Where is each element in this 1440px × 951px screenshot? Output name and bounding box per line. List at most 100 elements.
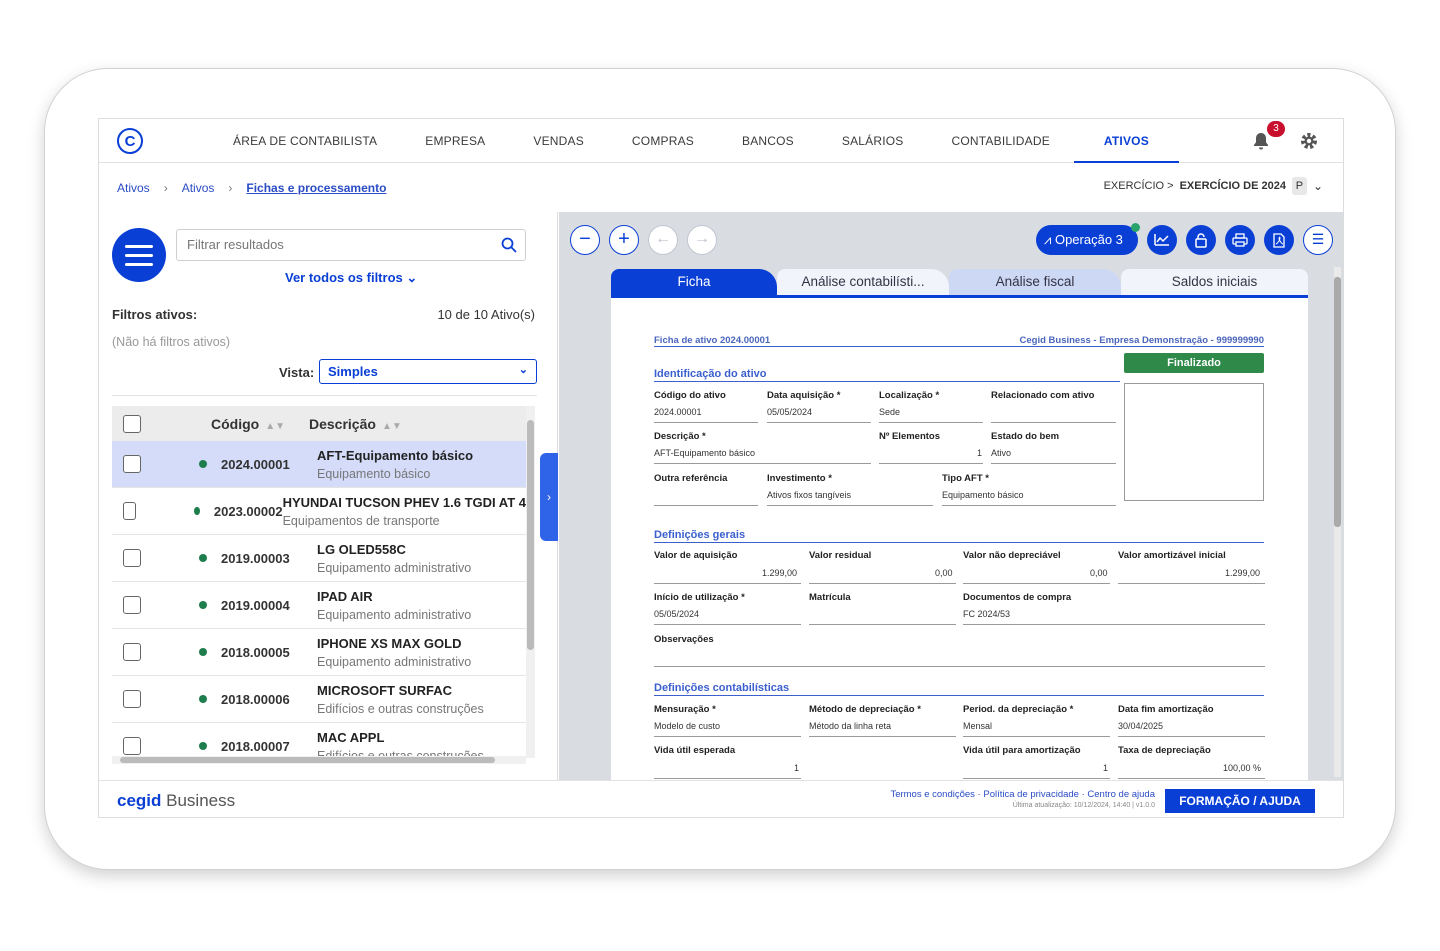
select-all-checkbox[interactable] (123, 414, 141, 433)
section-definicoes-gerais: Definições gerais (654, 529, 746, 541)
exercicio-selector[interactable]: EXERCÍCIO > EXERCÍCIO DE 2024 P ⌄ (1104, 177, 1323, 195)
valor-residual-value[interactable]: 0,00 (935, 568, 953, 578)
row-checkbox[interactable] (123, 455, 141, 473)
col-descricao[interactable]: Descrição ▲▼ (309, 416, 402, 432)
breadcrumb-ativos-2[interactable]: Ativos (182, 181, 215, 195)
footer-links[interactable]: Termos e condições · Política de privaci… (890, 789, 1155, 809)
zoom-out-button[interactable]: − (570, 225, 600, 255)
row-code: 2019.00003 (221, 550, 290, 566)
vertical-scrollbar[interactable] (526, 406, 535, 758)
metodo-depreciacao-label: Método de depreciação * (809, 704, 921, 715)
next-button[interactable]: → (687, 225, 717, 255)
gear-icon[interactable] (1299, 131, 1319, 151)
nav-ativos[interactable]: ATIVOS (1073, 119, 1179, 163)
codigo-value[interactable]: 2024.00001 (654, 407, 702, 417)
nav-compras[interactable]: COMPRAS (608, 119, 718, 163)
periodicidade-value[interactable]: Mensal (963, 721, 992, 731)
tab-analise-fiscal[interactable]: Análise fiscal (949, 269, 1121, 295)
descricao-value[interactable]: AFT-Equipamento básico (654, 448, 755, 458)
table-row[interactable]: 2019.00003 LG OLED558C Equipamento admini… (112, 535, 526, 582)
field-underline (767, 505, 933, 506)
vida-util-esperada-label: Vida útil esperada (654, 745, 736, 756)
row-checkbox[interactable] (123, 549, 141, 567)
nav-contabilidade[interactable]: CONTABILIDADE (928, 119, 1074, 163)
table-row[interactable]: 2023.00002 HYUNDAI TUCSON PHEV 1.6 TGDI … (112, 488, 526, 535)
asset-photo-box[interactable] (1124, 383, 1264, 501)
breadcrumb-current[interactable]: Fichas e processamento (246, 181, 386, 195)
breadcrumb-ativos[interactable]: Ativos (117, 181, 150, 195)
search-icon[interactable] (501, 237, 517, 253)
data-aquisicao-value[interactable]: 05/05/2024 (767, 407, 812, 417)
row-checkbox[interactable] (123, 690, 141, 708)
table-row[interactable]: 2019.00004 IPAD AIR Equipamento administr… (112, 582, 526, 629)
notification-badge: 3 (1267, 121, 1285, 137)
nav-vendas[interactable]: VENDAS (509, 119, 608, 163)
tab-analise-contabilistica[interactable]: Análise contabilísti... (777, 269, 949, 295)
tipo-aft-value[interactable]: Equipamento básico (942, 490, 1024, 500)
assets-list-panel: Filtrar resultados Ver todos os filtros … (99, 212, 558, 780)
ver-todos-filtros-link[interactable]: Ver todos os filtros ⌄ (285, 270, 417, 286)
table-row[interactable]: 2018.00006 MICROSOFT SURFAC Edifícios e o… (112, 676, 526, 723)
table-row[interactable]: 2018.00005 IPHONE XS MAX GOLD Equipamento… (112, 629, 526, 676)
nav-area-contabilista[interactable]: ÁREA DE CONTABILISTA (209, 119, 401, 163)
row-title: IPAD AIR (317, 588, 373, 604)
taxa-depreciacao-label: Taxa de depreciação (1118, 745, 1211, 756)
footer-links-text[interactable]: Termos e condições · Política de privaci… (890, 789, 1155, 800)
field-underline (963, 736, 1110, 737)
valor-aquisicao-value[interactable]: 1.299,00 (762, 568, 797, 578)
metodo-depreciacao-value[interactable]: Método da linha reta (809, 721, 891, 731)
cegid-logo[interactable]: C (117, 128, 143, 154)
field-underline (991, 422, 1116, 423)
search-input[interactable]: Filtrar resultados (176, 229, 526, 261)
documentos-compra-value[interactable]: FC 2024/53 (963, 609, 1010, 619)
nav-salarios[interactable]: SALÁRIOS (818, 119, 928, 163)
zoom-in-button[interactable]: + (609, 225, 639, 255)
row-checkbox[interactable] (123, 737, 141, 755)
taxa-depreciacao-value[interactable]: 100,00 % (1223, 763, 1261, 773)
n-elementos-value[interactable]: 1 (977, 448, 982, 458)
inicio-utilizacao-value[interactable]: 05/05/2024 (654, 609, 699, 619)
investimento-value[interactable]: Ativos fixos tangíveis (767, 490, 851, 500)
row-checkbox[interactable] (123, 596, 141, 614)
menu-button[interactable] (112, 228, 166, 282)
operacao-button[interactable]: ⩘ Operação 3 (1036, 225, 1138, 255)
formacao-ajuda-button[interactable]: FORMAÇÃO / AJUDA (1165, 789, 1315, 813)
no-filters-text: (Não há filtros ativos) (112, 335, 231, 349)
vida-util-amortizacao-value[interactable]: 1 (1103, 763, 1108, 773)
table-row[interactable]: 2024.00001 AFT-Equipamento básico Equipam… (112, 441, 526, 488)
table-row[interactable]: 2018.00007 MAC APPL Edifícios e outras co… (112, 723, 526, 758)
previous-button[interactable]: ← (648, 225, 678, 255)
menu-icon[interactable]: ☰ (1303, 225, 1333, 255)
chart-icon[interactable] (1147, 225, 1177, 255)
tab-saldos-iniciais[interactable]: Saldos iniciais (1121, 269, 1308, 295)
collapse-panel-button[interactable]: › (540, 453, 558, 541)
nav-bancos[interactable]: BANCOS (718, 119, 818, 163)
row-checkbox[interactable] (123, 502, 137, 520)
horizontal-scrollbar[interactable] (112, 756, 526, 764)
pdf-icon[interactable] (1264, 225, 1294, 255)
relacionado-label: Relacionado com ativo (991, 390, 1095, 401)
estado-value[interactable]: Ativo (991, 448, 1011, 458)
valor-amortizavel-value[interactable]: 1.299,00 (1225, 568, 1260, 578)
row-checkbox[interactable] (123, 643, 141, 661)
vertical-scrollbar[interactable] (1334, 267, 1341, 777)
vista-select[interactable]: Simples ⌄ (319, 359, 537, 384)
lock-icon[interactable] (1186, 225, 1216, 255)
data-fim-amortizacao-value[interactable]: 30/04/2025 (1118, 721, 1163, 731)
nav-empresa[interactable]: EMPRESA (401, 119, 509, 163)
field-underline (809, 736, 956, 737)
field-underline (767, 422, 871, 423)
localizacao-value[interactable]: Sede (879, 407, 900, 417)
chevron-down-icon[interactable]: ⌄ (1313, 179, 1323, 193)
last-update-text: Última atualização: 10/12/2024, 14:40 | … (1012, 802, 1155, 809)
col-codigo[interactable]: Código ▲▼ (211, 416, 309, 432)
status-dot (199, 695, 207, 703)
valor-nao-depreciavel-label: Valor não depreciável (963, 550, 1061, 561)
tab-ficha[interactable]: Ficha (611, 269, 777, 295)
status-dot (194, 507, 200, 515)
valor-nao-depreciavel-value[interactable]: 0,00 (1090, 568, 1108, 578)
print-icon[interactable] (1225, 225, 1255, 255)
status-dot (1131, 223, 1140, 232)
mensuracao-value[interactable]: Modelo de custo (654, 721, 720, 731)
vida-util-esperada-value[interactable]: 1 (794, 763, 799, 773)
